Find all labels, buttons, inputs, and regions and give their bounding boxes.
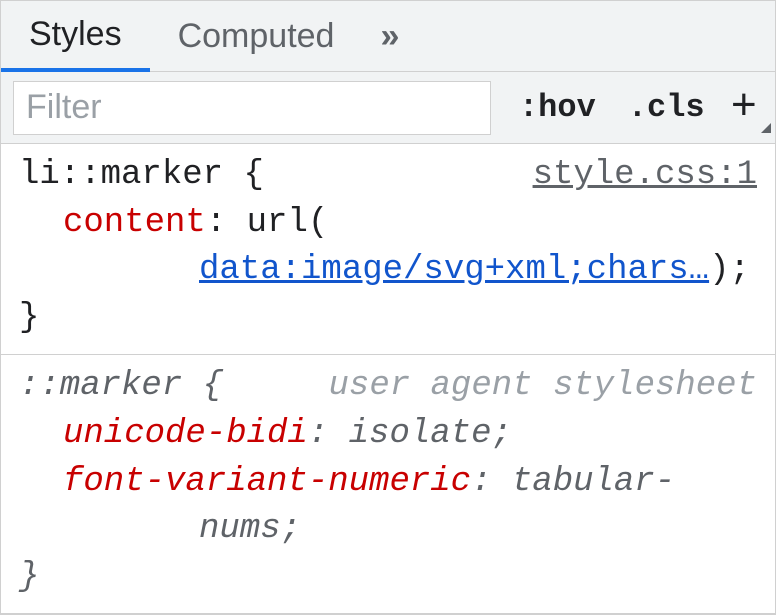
semicolon: ; (281, 510, 301, 548)
tab-overflow-button[interactable]: » (362, 1, 417, 71)
css-property-value[interactable]: tabular- (512, 463, 675, 501)
css-property-name[interactable]: unicode-bidi (63, 415, 308, 453)
open-brace: { (203, 367, 223, 405)
new-style-rule-button[interactable]: + (721, 72, 775, 143)
css-rule-block[interactable]: li::marker { style.css:1 content: url( d… (1, 144, 775, 355)
close-brace: } (19, 558, 39, 596)
css-declaration[interactable]: content: url( (19, 200, 757, 248)
close-brace: } (19, 299, 39, 337)
css-declaration[interactable]: unicode-bidi: isolate; (19, 411, 757, 459)
css-url-fn: url( (247, 204, 329, 242)
tab-computed[interactable]: Computed (150, 1, 363, 71)
close-paren: ) (709, 251, 729, 289)
css-selector[interactable]: li::marker (19, 156, 223, 194)
semicolon: ; (730, 251, 750, 289)
styles-panel: Styles Computed » :hov .cls + li::marker… (0, 0, 776, 615)
url-link[interactable]: data:image/svg+xml;chars… (199, 251, 709, 289)
css-selector[interactable]: ::marker (19, 367, 182, 405)
styles-tabbar: Styles Computed » (1, 0, 775, 72)
css-property-name[interactable]: content (63, 204, 206, 242)
styles-toolbar: :hov .cls + (1, 72, 775, 144)
source-link[interactable]: style.css:1 (533, 152, 757, 200)
open-brace: { (243, 156, 263, 194)
plus-icon: + (731, 83, 757, 133)
css-declaration-continuation: nums; (19, 506, 757, 554)
dropdown-triangle-icon (761, 123, 771, 133)
ua-stylesheet-label: user agent stylesheet (329, 363, 757, 411)
css-declaration-continuation: data:image/svg+xml;chars…); (19, 247, 757, 295)
css-property-value-cont: nums (199, 510, 281, 548)
colon: : (206, 204, 226, 242)
css-property-value[interactable]: isolate (349, 415, 492, 453)
hov-button[interactable]: :hov (503, 72, 612, 143)
tab-styles[interactable]: Styles (1, 2, 150, 72)
colon: : (308, 415, 328, 453)
css-rule-block-ua[interactable]: ::marker { user agent stylesheet unicode… (1, 355, 775, 614)
rule-header: ::marker { user agent stylesheet (19, 363, 757, 411)
rule-header: li::marker { style.css:1 (19, 152, 757, 200)
colon: : (471, 463, 491, 501)
semicolon: ; (491, 415, 511, 453)
cls-button[interactable]: .cls (612, 72, 721, 143)
css-property-name[interactable]: font-variant-numeric (63, 463, 471, 501)
css-declaration[interactable]: font-variant-numeric: tabular- (19, 459, 757, 507)
close-brace-line: } (19, 295, 757, 343)
filter-input[interactable] (13, 81, 491, 135)
close-brace-line: } (19, 554, 757, 602)
